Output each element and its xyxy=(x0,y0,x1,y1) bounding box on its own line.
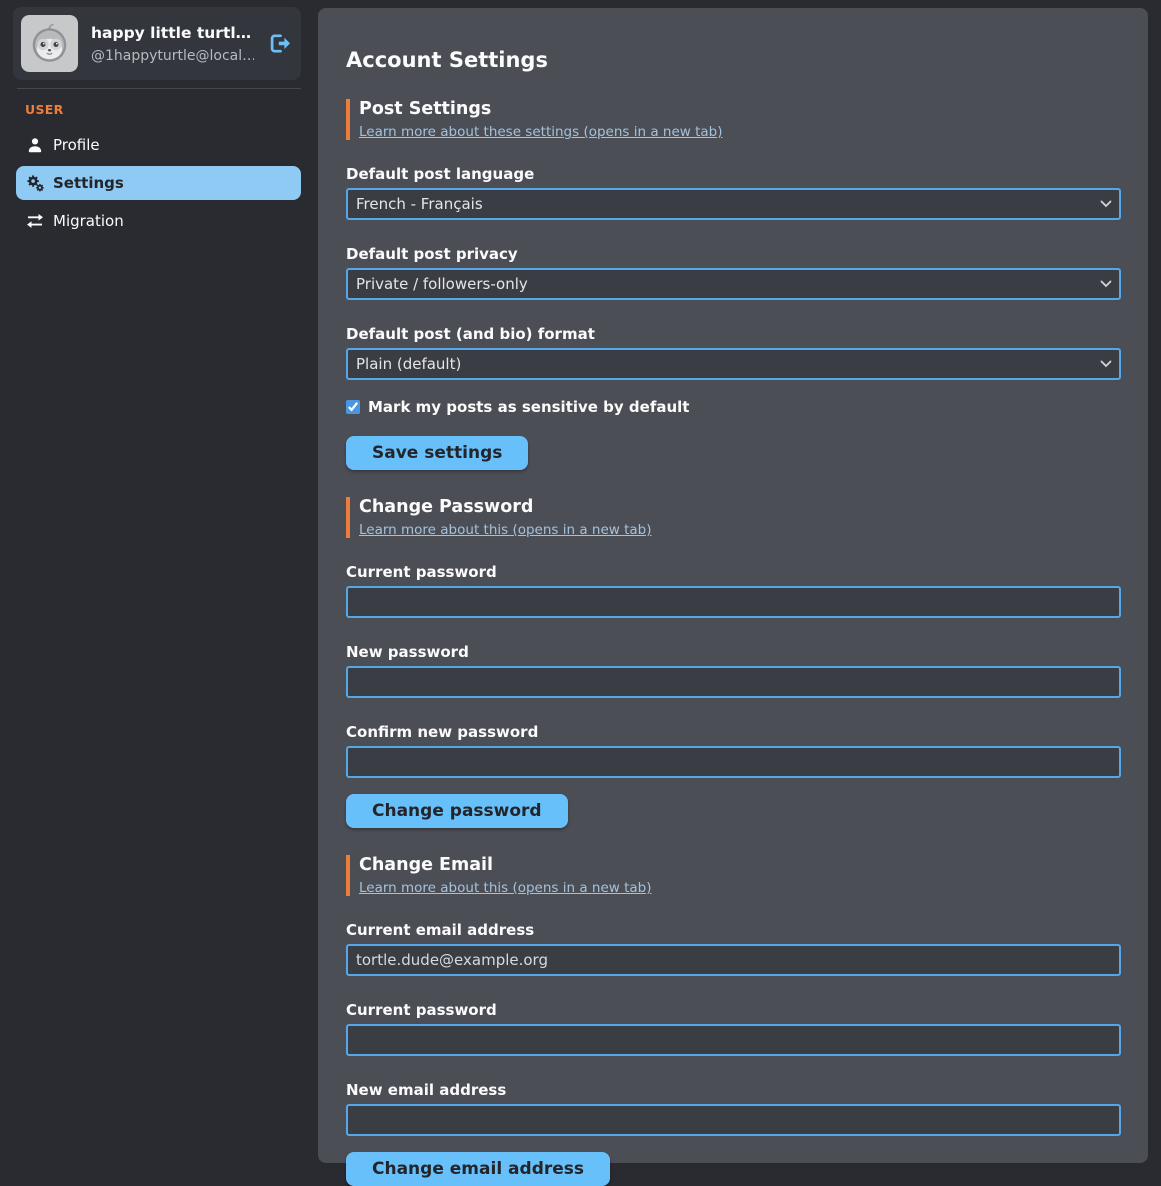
change-email-address-button[interactable]: Change email address xyxy=(346,1152,610,1186)
new-password-input[interactable] xyxy=(346,666,1121,698)
sign-out-icon xyxy=(269,33,292,54)
email-current-password-field: Current password xyxy=(346,1001,1121,1056)
field-label: New email address xyxy=(346,1081,1121,1099)
sidebar-item-label: Migration xyxy=(53,212,124,230)
sidebar-section-label: USER xyxy=(25,102,318,117)
user-display-name: happy little turtl… xyxy=(91,24,254,42)
new-password-field: New password xyxy=(346,643,1121,698)
sidebar-item-profile[interactable]: Profile xyxy=(16,128,301,162)
change-password-section-header: Change Password Learn more about this (o… xyxy=(346,497,1121,538)
field-label: New password xyxy=(346,643,1121,661)
default-post-format-select[interactable]: Plain (default) xyxy=(346,348,1121,380)
post-settings-learn-more-link[interactable]: Learn more about these settings (opens i… xyxy=(359,124,722,140)
page-title: Account Settings xyxy=(346,48,1121,72)
change-email-heading: Change Email xyxy=(359,855,1121,875)
sidebar-item-label: Profile xyxy=(53,136,100,154)
current-email-input[interactable] xyxy=(346,944,1121,976)
logout-button[interactable] xyxy=(267,32,293,56)
sidebar-item-settings[interactable]: Settings xyxy=(16,166,301,200)
current-password-field: Current password xyxy=(346,563,1121,618)
default-post-privacy-field: Default post privacy Private / followers… xyxy=(346,245,1121,300)
default-post-language-field: Default post language French - Français xyxy=(346,165,1121,220)
change-password-learn-more-link[interactable]: Learn more about this (opens in a new ta… xyxy=(359,522,652,538)
default-post-privacy-select[interactable]: Private / followers-only xyxy=(346,268,1121,300)
sidebar-divider xyxy=(17,88,301,89)
user-icon xyxy=(26,136,44,154)
exchange-arrows-icon xyxy=(26,212,44,230)
account-settings-panel: Account Settings Post Settings Learn mor… xyxy=(318,8,1148,1163)
field-label: Default post (and bio) format xyxy=(346,325,1121,343)
field-label: Current password xyxy=(346,1001,1121,1019)
gears-icon xyxy=(26,174,44,192)
new-email-field: New email address xyxy=(346,1081,1121,1136)
post-settings-heading: Post Settings xyxy=(359,99,1121,119)
change-email-section-header: Change Email Learn more about this (open… xyxy=(346,855,1121,896)
change-password-button[interactable]: Change password xyxy=(346,794,568,828)
new-email-input[interactable] xyxy=(346,1104,1121,1136)
confirm-new-password-input[interactable] xyxy=(346,746,1121,778)
default-post-format-field: Default post (and bio) format Plain (def… xyxy=(346,325,1121,380)
field-label: Confirm new password xyxy=(346,723,1121,741)
field-label: Default post language xyxy=(346,165,1121,183)
default-post-language-select[interactable]: French - Français xyxy=(346,188,1121,220)
field-label: Default post privacy xyxy=(346,245,1121,263)
sidebar-nav: Profile xyxy=(0,128,318,238)
save-settings-button[interactable]: Save settings xyxy=(346,436,528,470)
sensitive-by-default-row: Mark my posts as sensitive by default xyxy=(346,398,1121,416)
field-label: Current email address xyxy=(346,921,1121,939)
sidebar-item-label: Settings xyxy=(53,174,124,192)
sidebar: happy little turtl… @1happyturtle@local…… xyxy=(0,0,318,1176)
sensitive-by-default-checkbox[interactable] xyxy=(346,400,360,414)
user-card[interactable]: happy little turtl… @1happyturtle@local… xyxy=(13,7,301,80)
confirm-new-password-field: Confirm new password xyxy=(346,723,1121,778)
sloth-avatar xyxy=(21,15,78,72)
change-email-learn-more-link[interactable]: Learn more about this (opens in a new ta… xyxy=(359,880,652,896)
field-label: Current password xyxy=(346,563,1121,581)
change-password-heading: Change Password xyxy=(359,497,1121,517)
current-password-input[interactable] xyxy=(346,586,1121,618)
sidebar-item-migration[interactable]: Migration xyxy=(16,204,301,238)
user-info: happy little turtl… @1happyturtle@local… xyxy=(91,24,254,64)
email-current-password-input[interactable] xyxy=(346,1024,1121,1056)
current-email-field: Current email address xyxy=(346,921,1121,976)
post-settings-section-header: Post Settings Learn more about these set… xyxy=(346,99,1121,140)
sensitive-by-default-label: Mark my posts as sensitive by default xyxy=(368,398,689,416)
user-handle: @1happyturtle@local… xyxy=(91,48,254,64)
